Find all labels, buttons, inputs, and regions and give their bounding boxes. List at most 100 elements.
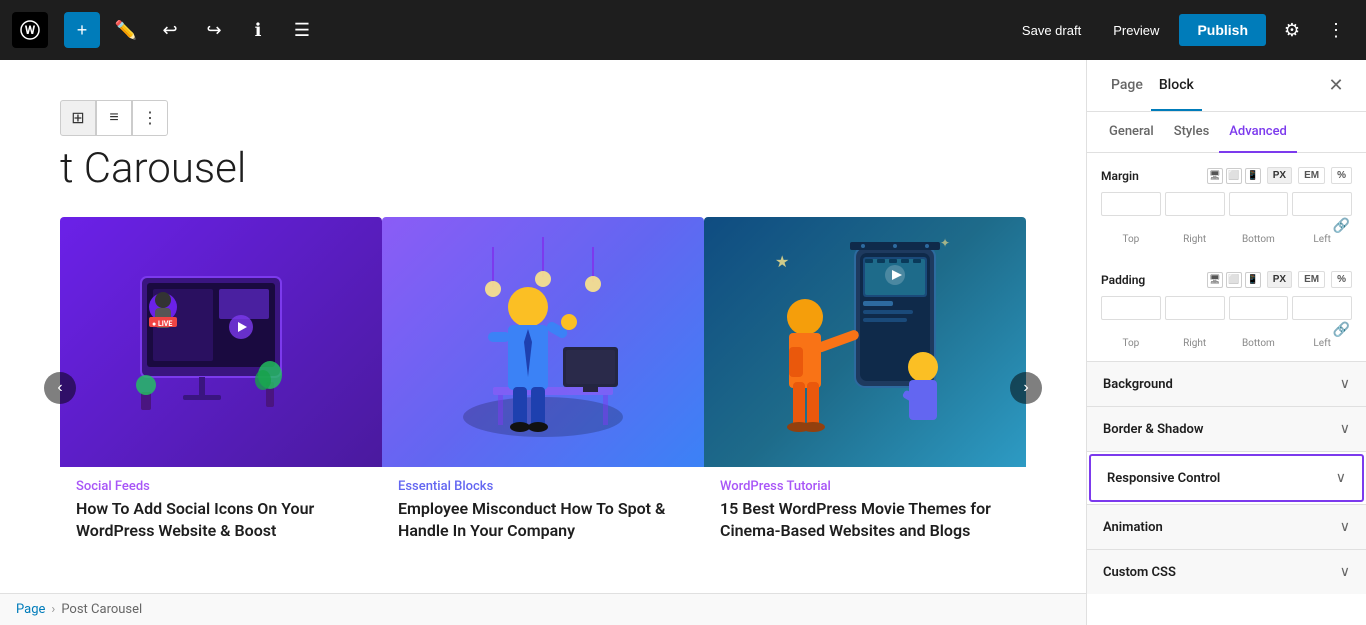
margin-unit-percent[interactable]: % bbox=[1331, 167, 1352, 184]
margin-top-label: Top bbox=[1101, 234, 1161, 245]
editor-area: ⊞ ≡ ⋮ t Carousel ‹ › bbox=[0, 60, 1086, 625]
redo-icon: ↪ bbox=[206, 20, 221, 41]
margin-sublabels: Top Right Bottom Left bbox=[1101, 234, 1352, 245]
edit-button[interactable]: ✏️ bbox=[108, 12, 144, 48]
padding-bottom-input[interactable] bbox=[1229, 296, 1289, 320]
panel-scroll-area[interactable]: General Styles Advanced Margin 🖥 ⬜ 📱 PX … bbox=[1087, 112, 1366, 625]
chevron-down-icon: ∨ bbox=[1340, 564, 1350, 580]
margin-top-input[interactable] bbox=[1101, 192, 1161, 216]
margin-section: Margin 🖥 ⬜ 📱 PX EM % bbox=[1087, 153, 1366, 257]
chevron-left-icon: ‹ bbox=[57, 379, 62, 397]
panel-header: Page Block ✕ bbox=[1087, 60, 1366, 112]
carousel-container: ‹ › bbox=[60, 217, 1026, 559]
padding-link-icon[interactable]: 🔗 bbox=[1333, 322, 1350, 338]
padding-top-input[interactable] bbox=[1101, 296, 1161, 320]
accordion-responsive-control-title: Responsive Control bbox=[1107, 471, 1336, 486]
sub-tab-general[interactable]: General bbox=[1099, 112, 1164, 153]
panel-close-button[interactable]: ✕ bbox=[1322, 72, 1350, 100]
card-image: ★ ✦ bbox=[704, 217, 1026, 467]
undo-button[interactable]: ↩ bbox=[152, 12, 188, 48]
card-category: Essential Blocks bbox=[382, 467, 704, 498]
add-block-button[interactable]: + bbox=[64, 12, 100, 48]
chevron-down-icon: ∨ bbox=[1340, 519, 1350, 535]
accordion-background-title: Background bbox=[1103, 377, 1340, 392]
tablet-icon[interactable]: ⬜ bbox=[1226, 168, 1242, 184]
block-grid-button[interactable]: ⊞ bbox=[60, 100, 96, 136]
settings-button[interactable]: ⚙ bbox=[1274, 12, 1310, 48]
editor-scroll[interactable]: ⊞ ≡ ⋮ t Carousel ‹ › bbox=[0, 60, 1086, 593]
vertical-dots-icon: ⋮ bbox=[142, 108, 158, 128]
padding-inputs bbox=[1101, 296, 1352, 320]
carousel-next-button[interactable]: › bbox=[1010, 372, 1042, 404]
main-area: ⊞ ≡ ⋮ t Carousel ‹ › bbox=[0, 60, 1366, 625]
margin-link-icon[interactable]: 🔗 bbox=[1333, 218, 1350, 234]
align-icon: ≡ bbox=[109, 109, 118, 127]
wp-logo: W bbox=[12, 12, 48, 48]
undo-icon: ↩ bbox=[162, 20, 177, 41]
mobile-icon[interactable]: 📱 bbox=[1245, 168, 1261, 184]
tab-page[interactable]: Page bbox=[1103, 61, 1151, 111]
accordion-border-shadow-header[interactable]: Border & Shadow ∨ bbox=[1087, 407, 1366, 451]
desktop-icon[interactable]: 🖥 bbox=[1207, 168, 1223, 184]
gear-icon: ⚙ bbox=[1284, 20, 1300, 41]
padding-right-input[interactable] bbox=[1165, 296, 1225, 320]
list-view-button[interactable]: ☰ bbox=[284, 12, 320, 48]
accordion-animation-header[interactable]: Animation ∨ bbox=[1087, 505, 1366, 549]
preview-button[interactable]: Preview bbox=[1101, 17, 1171, 44]
accordion-background-header[interactable]: Background ∨ bbox=[1087, 362, 1366, 406]
accordion-animation: Animation ∨ bbox=[1087, 504, 1366, 549]
padding-label: Padding bbox=[1101, 273, 1201, 287]
sub-tab-advanced[interactable]: Advanced bbox=[1219, 112, 1297, 153]
more-options-button[interactable]: ⋮ bbox=[1318, 12, 1354, 48]
desktop-icon-pad[interactable]: 🖥 bbox=[1207, 272, 1223, 288]
accordion-responsive-control-header[interactable]: Responsive Control ∨ bbox=[1089, 454, 1364, 502]
accordion-background: Background ∨ bbox=[1087, 361, 1366, 406]
accordion-custom-css-header[interactable]: Custom CSS ∨ bbox=[1087, 550, 1366, 594]
padding-section: Padding 🖥 ⬜ 📱 PX EM % bbox=[1087, 257, 1366, 361]
padding-sublabels: Top Right Bottom Left bbox=[1101, 338, 1352, 349]
redo-button[interactable]: ↪ bbox=[196, 12, 232, 48]
block-toolbar: ⊞ ≡ ⋮ bbox=[60, 100, 1026, 136]
margin-left-label: Left bbox=[1292, 234, 1352, 245]
publish-button[interactable]: Publish bbox=[1179, 14, 1266, 46]
padding-unit-percent[interactable]: % bbox=[1331, 271, 1352, 288]
margin-unit-em[interactable]: EM bbox=[1298, 167, 1325, 184]
carousel-inner: ● LIVE bbox=[60, 217, 1026, 559]
margin-device-icons: 🖥 ⬜ 📱 bbox=[1207, 168, 1261, 184]
svg-text:✦: ✦ bbox=[940, 236, 950, 250]
accordion-custom-css-title: Custom CSS bbox=[1103, 565, 1340, 580]
save-draft-button[interactable]: Save draft bbox=[1010, 17, 1093, 44]
margin-unit-px[interactable]: PX bbox=[1267, 167, 1292, 184]
chevron-down-icon: ∨ bbox=[1340, 421, 1350, 437]
margin-inputs bbox=[1101, 192, 1352, 216]
carousel-prev-button[interactable]: ‹ bbox=[44, 372, 76, 404]
accordion-animation-title: Animation bbox=[1103, 520, 1340, 535]
padding-unit-px[interactable]: PX bbox=[1267, 271, 1292, 288]
padding-unit-em[interactable]: EM bbox=[1298, 271, 1325, 288]
block-more-button[interactable]: ⋮ bbox=[132, 100, 168, 136]
margin-right-label: Right bbox=[1165, 234, 1225, 245]
carousel-card: Essential Blocks Employee Misconduct How… bbox=[382, 217, 704, 559]
carousel-card: ● LIVE bbox=[60, 217, 382, 559]
tablet-icon-pad[interactable]: ⬜ bbox=[1226, 272, 1242, 288]
mobile-icon-pad[interactable]: 📱 bbox=[1245, 272, 1261, 288]
card-title: Employee Misconduct How To Spot & Handle… bbox=[382, 498, 704, 559]
margin-bottom-input[interactable] bbox=[1229, 192, 1289, 216]
margin-left-input[interactable] bbox=[1292, 192, 1352, 216]
accordion-border-shadow: Border & Shadow ∨ bbox=[1087, 406, 1366, 451]
plus-icon: + bbox=[77, 20, 88, 41]
margin-right-input[interactable] bbox=[1165, 192, 1225, 216]
ellipsis-vertical-icon: ⋮ bbox=[1327, 20, 1345, 41]
breadcrumb-home-link[interactable]: Page bbox=[16, 602, 45, 617]
info-button[interactable]: ℹ bbox=[240, 12, 276, 48]
padding-left-input[interactable] bbox=[1292, 296, 1352, 320]
block-align-button[interactable]: ≡ bbox=[96, 100, 132, 136]
pencil-icon: ✏️ bbox=[115, 20, 137, 41]
card-image: ● LIVE bbox=[60, 217, 382, 467]
tab-block[interactable]: Block bbox=[1151, 61, 1202, 111]
sub-tab-styles[interactable]: Styles bbox=[1164, 112, 1220, 153]
accordion-border-shadow-title: Border & Shadow bbox=[1103, 422, 1340, 437]
list-icon: ☰ bbox=[294, 20, 310, 41]
card-title: 15 Best WordPress Movie Themes for Cinem… bbox=[704, 498, 1026, 559]
top-toolbar: W + ✏️ ↩ ↪ ℹ ☰ Save draft Preview Publis… bbox=[0, 0, 1366, 60]
